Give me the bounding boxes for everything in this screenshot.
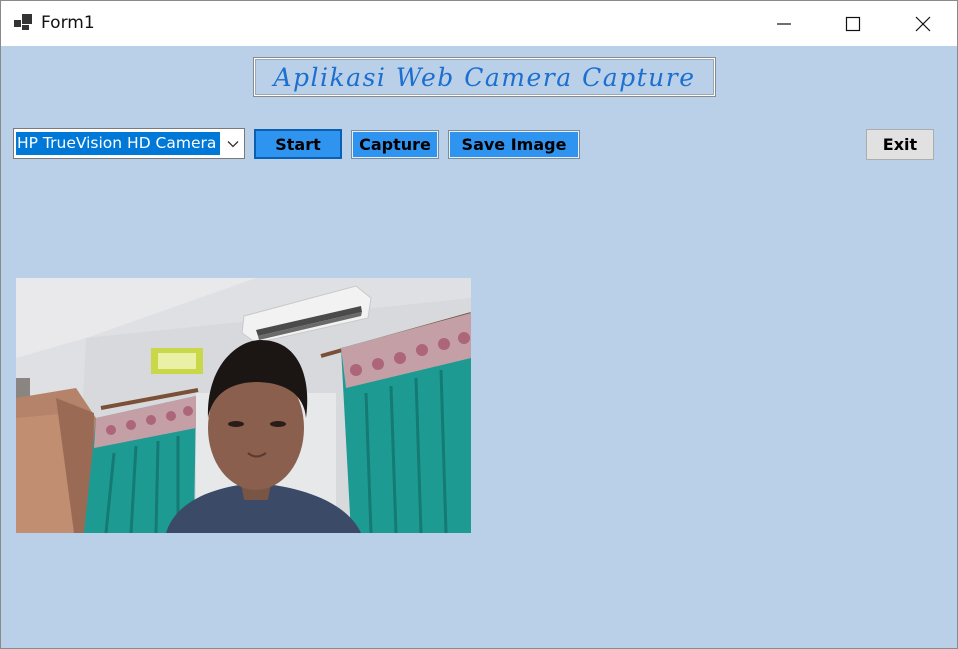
camera-feed-picture (16, 278, 471, 533)
app-window-icon (14, 14, 32, 30)
form-client-area: Aplikasi Web Camera Capture HP TrueVisio… (1, 46, 957, 648)
save-image-button[interactable]: Save Image (448, 130, 580, 159)
window-title: Form1 (41, 13, 95, 33)
title-bar[interactable]: Form1 (1, 1, 957, 46)
chevron-down-icon (227, 141, 239, 148)
form-window: Form1 Aplikasi Web Camera Capture HP Tru… (0, 0, 958, 649)
capture-button[interactable]: Capture (351, 130, 439, 159)
app-heading-label: Aplikasi Web Camera Capture (253, 57, 716, 97)
minimize-icon (777, 22, 791, 25)
camera-select-value: HP TrueVision HD Camera (16, 132, 220, 155)
start-button[interactable]: Start (254, 129, 342, 159)
maximize-button[interactable] (821, 1, 885, 46)
maximize-icon (845, 16, 861, 31)
close-icon (915, 16, 931, 31)
camera-select-dropdown[interactable]: HP TrueVision HD Camera (13, 128, 245, 159)
camera-preview-image (16, 278, 471, 533)
minimize-button[interactable] (752, 1, 816, 46)
close-button[interactable] (891, 1, 955, 46)
exit-button[interactable]: Exit (866, 129, 934, 160)
